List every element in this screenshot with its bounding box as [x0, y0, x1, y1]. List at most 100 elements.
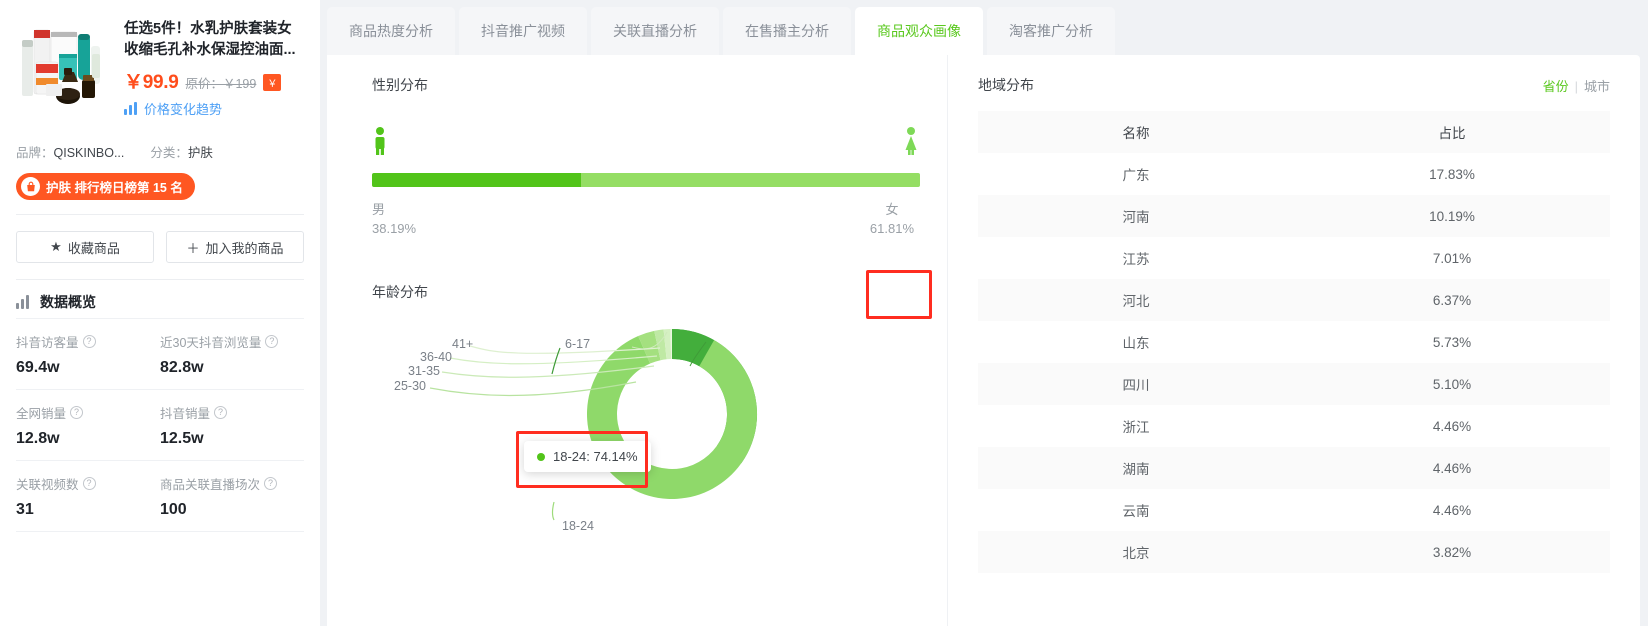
help-icon[interactable]: ? — [264, 477, 278, 490]
region-pct: 17.83% — [1429, 166, 1475, 182]
category-value: 护肤 — [187, 146, 213, 160]
female-label: 女 — [885, 202, 899, 217]
tab-live-analysis[interactable]: 关联直播分析 — [591, 7, 719, 55]
stat-grid: 抖音访客量? 69.4w 近30天抖音浏览量? 82.8w 全网销量? 12.8… — [16, 318, 304, 532]
favorite-button[interactable]: ★ 收藏商品 — [16, 231, 154, 263]
age-distribution-chart: 41+ 36-40 31-35 25-30 6-17 18-24 18-24: … — [372, 306, 947, 556]
app-root: 任选5件！水乳护肤套装女收缩毛孔补水保湿控油面... ￥99.9 原价：￥199… — [0, 0, 1648, 626]
age-label-18-24: 18-24 — [562, 519, 594, 533]
gender-distribution: 男 38.19% 女 61.81% — [372, 127, 932, 319]
price-current: ￥99.9 — [124, 72, 179, 93]
tab-product-heat[interactable]: 商品热度分析 — [327, 7, 455, 55]
tab-label: 关联直播分析 — [613, 23, 697, 39]
table-row[interactable]: 河南 10.19% — [978, 195, 1610, 237]
tooltip-dot-icon — [537, 452, 545, 461]
help-icon[interactable]: ? — [70, 406, 84, 419]
overview-title: 数据概览 — [40, 294, 96, 310]
stat-value: 69.4w — [16, 359, 60, 376]
price-trend-link[interactable]: 价格变化趋势 — [144, 99, 222, 118]
region-name: 广东 — [1122, 168, 1150, 183]
help-icon[interactable]: ? — [265, 335, 279, 348]
rank-badge[interactable]: 护肤 排行榜日榜第 15 名 — [16, 173, 195, 200]
table-row[interactable]: 浙江 4.46% — [978, 405, 1610, 447]
region-pct: 5.10% — [1432, 376, 1472, 392]
table-row[interactable]: 北京 3.82% — [978, 531, 1610, 573]
table-row[interactable]: 河北 6.37% — [978, 279, 1610, 321]
tab-audience-profile[interactable]: 商品观众画像 — [855, 7, 983, 55]
table-row[interactable]: 江苏 7.01% — [978, 237, 1610, 279]
product-sidebar: 任选5件！水乳护肤套装女收缩毛孔补水保湿控油面... ￥99.9 原价：￥199… — [0, 0, 320, 626]
age-label-31-35: 31-35 — [408, 364, 440, 378]
tab-label: 商品观众画像 — [877, 23, 961, 39]
data-overview-section: 数据概览 抖音访客量? 69.4w 近30天抖音浏览量? 82.8w 全网销量? — [0, 280, 320, 532]
tab-taoke-promotion[interactable]: 淘客推广分析 — [987, 7, 1115, 55]
region-table-head: 名称 占比 — [978, 111, 1610, 153]
product-title[interactable]: 任选5件！水乳护肤套装女收缩毛孔补水保湿控油面... — [124, 19, 304, 61]
rank-badge-text: 护肤 排行榜日榜第 15 名 — [46, 181, 183, 195]
brand-meta: 品牌：QISKINBO... — [16, 142, 124, 161]
price-original: 原价：￥199 — [185, 77, 257, 91]
add-button-label: 加入我的商品 — [205, 240, 284, 256]
add-to-my-products-button[interactable]: ＋ 加入我的商品 — [166, 231, 304, 263]
help-icon[interactable]: ? — [214, 406, 228, 419]
stat-cell: 全网销量? 12.8w — [16, 403, 160, 448]
stat-label: 抖音销量 — [160, 407, 211, 421]
category-label: 分类： — [150, 146, 188, 160]
tab-label: 在售播主分析 — [745, 23, 829, 39]
male-stat: 男 38.19% — [372, 200, 416, 238]
table-row[interactable]: 广东 17.83% — [978, 153, 1610, 195]
toggle-province[interactable]: 省份 — [1543, 79, 1569, 94]
product-thumbnail[interactable] — [16, 18, 112, 114]
stat-value: 12.5w — [160, 430, 204, 447]
gender-section-title: 性别分布 — [372, 77, 428, 93]
table-header-row: 名称 占比 — [978, 111, 1610, 153]
table-row[interactable]: 湖南 4.46% — [978, 447, 1610, 489]
region-section-title: 地域分布 — [978, 77, 1034, 93]
tab-douyin-videos[interactable]: 抖音推广视频 — [459, 7, 587, 55]
age-section-title: 年龄分布 — [372, 284, 428, 300]
gender-bar-female-segment — [581, 173, 920, 187]
region-name: 四川 — [1122, 378, 1150, 393]
male-percent: 38.19% — [372, 221, 417, 236]
stat-value: 100 — [160, 501, 187, 518]
brand-value: QISKINBO... — [53, 146, 125, 160]
stat-label-row: 抖音访客量? — [16, 332, 160, 351]
age-tooltip-text: 18-24: 74.14% — [553, 449, 638, 464]
table-row[interactable]: 云南 4.46% — [978, 489, 1610, 531]
stat-label: 抖音访客量 — [16, 336, 79, 350]
help-icon[interactable]: ? — [82, 335, 96, 348]
region-table: 名称 占比 广东 17.83% 河南 10.19% 江苏 7.01% 河北 6.37% … — [978, 111, 1610, 573]
stat-label-row: 近30天抖音浏览量? — [160, 332, 304, 351]
region-name: 江苏 — [1122, 252, 1150, 267]
bar-chart-icon — [16, 295, 32, 309]
stat-row: 关联视频数? 31 商品关联直播场次? 100 — [16, 460, 304, 531]
region-pct: 3.82% — [1432, 544, 1472, 560]
coupon-ticket-icon: ￥ — [263, 74, 282, 91]
column-header-pct: 占比 — [1294, 111, 1610, 153]
bar-chart-icon — [124, 102, 138, 115]
region-pct: 10.19% — [1429, 208, 1475, 224]
toggle-city[interactable]: 城市 — [1584, 79, 1610, 94]
tab-streamer-analysis[interactable]: 在售播主分析 — [723, 7, 851, 55]
plus-icon: ＋ — [186, 240, 200, 256]
stat-label-row: 商品关联直播场次? — [160, 474, 304, 493]
category-meta: 分类：护肤 — [150, 142, 213, 161]
female-percent: 61.81% — [869, 221, 914, 236]
region-column: 地域分布 省份 | 城市 名称 占比 广东 17.83% 河南 10.19% 江… — [947, 55, 1640, 626]
stat-label: 近30天抖音浏览量 — [160, 336, 262, 350]
stat-cell: 商品关联直播场次? 100 — [160, 474, 304, 519]
region-table-body: 广东 17.83% 河南 10.19% 江苏 7.01% 河北 6.37% 山东 5.73… — [978, 153, 1610, 573]
gender-icons — [372, 127, 920, 161]
table-row[interactable]: 山东 5.73% — [978, 321, 1610, 363]
stat-label-row: 关联视频数? — [16, 474, 160, 493]
table-row[interactable]: 四川 5.10% — [978, 363, 1610, 405]
region-name: 河北 — [1122, 294, 1150, 309]
region-pct: 4.46% — [1432, 418, 1472, 434]
price-trend-row[interactable]: 价格变化趋势 — [124, 99, 304, 118]
region-scope-toggle[interactable]: 省份 | 城市 — [1543, 76, 1610, 95]
stat-cell: 近30天抖音浏览量? 82.8w — [160, 332, 304, 377]
stat-cell: 抖音访客量? 69.4w — [16, 332, 160, 377]
favorite-button-label: 收藏商品 — [67, 240, 120, 256]
region-name: 云南 — [1122, 504, 1150, 519]
help-icon[interactable]: ? — [82, 477, 96, 490]
